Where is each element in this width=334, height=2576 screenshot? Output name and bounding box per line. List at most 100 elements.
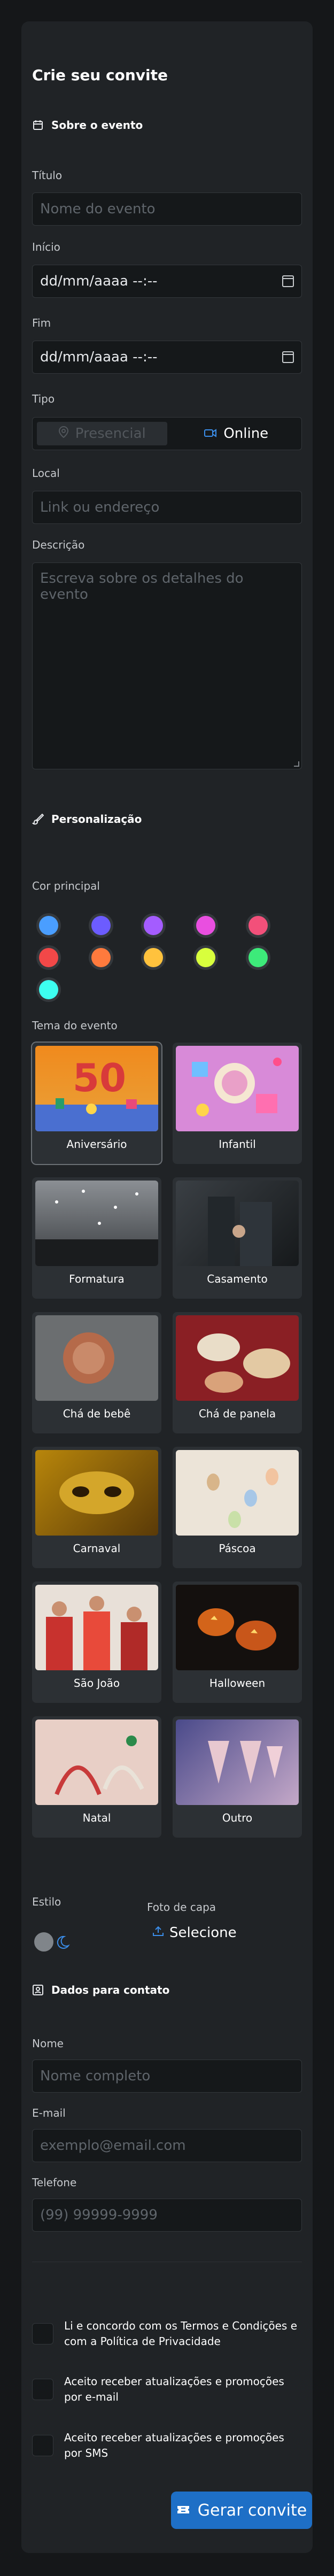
type-option-presencial[interactable]: Presencial xyxy=(37,422,167,445)
type-label: Tipo xyxy=(32,392,55,405)
color-swatch-indigo[interactable] xyxy=(91,916,111,935)
consent-email-row: Aceito receber atualizações e promoções … xyxy=(32,2374,302,2405)
type-option-online[interactable]: Online xyxy=(172,418,302,450)
upload-label: Selecione xyxy=(169,1925,237,1941)
theme-image xyxy=(176,1046,299,1131)
name-input[interactable]: Nome completo xyxy=(32,2060,302,2093)
theme-card-aniversario[interactable]: 50 Aniversário xyxy=(32,1043,161,1164)
resize-handle-icon[interactable] xyxy=(294,761,299,767)
personalization-section-heading: Personalização xyxy=(32,813,142,826)
color-swatch-red[interactable] xyxy=(39,948,58,967)
calendar-picker-icon[interactable] xyxy=(282,275,294,287)
theme-card-outro[interactable]: Outro xyxy=(173,1716,302,1838)
theme-card-casamento[interactable]: Casamento xyxy=(173,1177,302,1299)
theme-label: Infantil xyxy=(219,1138,256,1151)
theme-image xyxy=(176,1181,299,1266)
contact-section-heading: Dados para contato xyxy=(32,1984,169,1996)
theme-label: Natal xyxy=(82,1811,111,1824)
color-swatch-green[interactable] xyxy=(248,948,268,967)
color-swatch-orange[interactable] xyxy=(91,948,111,967)
email-label: E-mail xyxy=(32,2107,66,2119)
description-placeholder: Escreva sobre os detalhes do evento xyxy=(40,570,244,603)
start-datetime-input[interactable]: dd/mm/aaaa --:-- xyxy=(32,265,302,298)
calendar-picker-icon[interactable] xyxy=(282,351,294,363)
theme-label: São João xyxy=(73,1677,120,1690)
style-toggle[interactable] xyxy=(32,1930,71,1954)
theme-image xyxy=(35,1719,158,1805)
email-promo-checkbox[interactable] xyxy=(32,2379,53,2400)
start-datetime-value: dd/mm/aaaa --:-- xyxy=(40,273,158,289)
event-theme-label: Tema do evento xyxy=(32,1019,118,1032)
title-input[interactable]: Nome do evento xyxy=(32,192,302,226)
end-datetime-input[interactable]: dd/mm/aaaa --:-- xyxy=(32,341,302,374)
name-label: Nome xyxy=(32,2037,64,2050)
color-swatch-lime[interactable] xyxy=(196,948,215,967)
theme-card-carnaval[interactable]: Carnaval xyxy=(32,1447,161,1568)
description-label: Descrição xyxy=(32,538,85,551)
terms-checkbox[interactable] xyxy=(32,2323,53,2344)
phone-input[interactable]: (99) 99999-9999 xyxy=(32,2199,302,2232)
cover-photo-label: Foto de capa xyxy=(147,1901,216,1914)
end-datetime-value: dd/mm/aaaa --:-- xyxy=(40,349,158,365)
theme-label: Carnaval xyxy=(73,1542,121,1555)
color-swatch-pink[interactable] xyxy=(248,916,268,935)
consent-label: Aceito receber atualizações e promoções … xyxy=(64,2431,284,2459)
video-camera-icon xyxy=(204,426,217,442)
page-title: Crie seu convite xyxy=(32,66,168,84)
section-title: Dados para contato xyxy=(51,1984,170,1996)
theme-card-halloween[interactable]: Halloween xyxy=(173,1582,302,1703)
theme-label: Outro xyxy=(222,1811,253,1824)
color-swatch-blue[interactable] xyxy=(39,916,58,935)
light-mode-icon[interactable] xyxy=(32,1930,56,1954)
consent-label: Li e concordo com os Termos e Condições … xyxy=(64,2319,298,2348)
type-option-label: Online xyxy=(223,426,269,442)
consent-sms-row: Aceito receber atualizações e promoções … xyxy=(32,2430,302,2461)
color-swatch-purple[interactable] xyxy=(144,916,163,935)
location-label: Local xyxy=(32,467,60,480)
theme-card-cha-de-bebe[interactable]: Chá de bebê xyxy=(32,1312,161,1433)
theme-image xyxy=(176,1450,299,1536)
theme-label: Halloween xyxy=(209,1677,266,1690)
theme-card-sao-joao[interactable]: São João xyxy=(32,1582,161,1703)
consent-label: Aceito receber atualizações e promoções … xyxy=(64,2375,284,2403)
theme-label: Páscoa xyxy=(219,1542,256,1555)
invite-form-card: Crie seu convite Sobre o evento Título N… xyxy=(21,21,313,2553)
consent-terms-row: Li e concordo com os Termos e Condições … xyxy=(32,2318,302,2349)
submit-label: Gerar convite xyxy=(197,2501,307,2520)
email-input[interactable]: exemplo@email.com xyxy=(32,2129,302,2162)
theme-label: Aniversário xyxy=(66,1138,127,1151)
theme-label: Chá de bebê xyxy=(63,1407,131,1420)
location-pin-icon xyxy=(58,426,69,442)
theme-card-cha-de-panela[interactable]: Chá de panela xyxy=(173,1312,302,1433)
svg-text:50: 50 xyxy=(73,1055,126,1100)
theme-image xyxy=(176,1719,299,1805)
upload-icon xyxy=(152,1925,164,1941)
sms-promo-checkbox[interactable] xyxy=(32,2435,53,2456)
theme-card-formatura[interactable]: Formatura xyxy=(32,1177,161,1299)
main-color-label: Cor principal xyxy=(32,880,100,892)
brush-icon xyxy=(32,813,44,825)
location-input[interactable]: Link ou endereço xyxy=(32,491,302,524)
style-label: Estilo xyxy=(32,1895,61,1908)
theme-image xyxy=(35,1315,158,1401)
description-textarea[interactable]: Escreva sobre os detalhes do evento xyxy=(32,562,302,769)
theme-card-pascoa[interactable]: Páscoa xyxy=(173,1447,302,1568)
end-label: Fim xyxy=(32,317,51,329)
theme-image xyxy=(35,1585,158,1670)
ticket-icon xyxy=(176,2501,190,2520)
about-section-heading: Sobre o evento xyxy=(32,119,143,132)
theme-card-infantil[interactable]: Infantil xyxy=(173,1043,302,1164)
contact-card-icon xyxy=(32,1984,44,1996)
moon-icon[interactable] xyxy=(53,1933,71,1950)
cover-photo-select-button[interactable]: Selecione xyxy=(152,1925,237,1941)
theme-image xyxy=(35,1181,158,1266)
theme-card-natal[interactable]: Natal xyxy=(32,1716,161,1838)
theme-image xyxy=(176,1585,299,1670)
color-swatch-cyan[interactable] xyxy=(39,980,58,999)
color-swatch-yellow[interactable] xyxy=(144,948,163,967)
theme-label: Formatura xyxy=(69,1272,125,1285)
section-title: Personalização xyxy=(51,813,142,826)
title-label: Título xyxy=(32,169,63,182)
color-swatch-magenta[interactable] xyxy=(196,916,215,935)
generate-invite-button[interactable]: Gerar convite xyxy=(171,2492,312,2529)
